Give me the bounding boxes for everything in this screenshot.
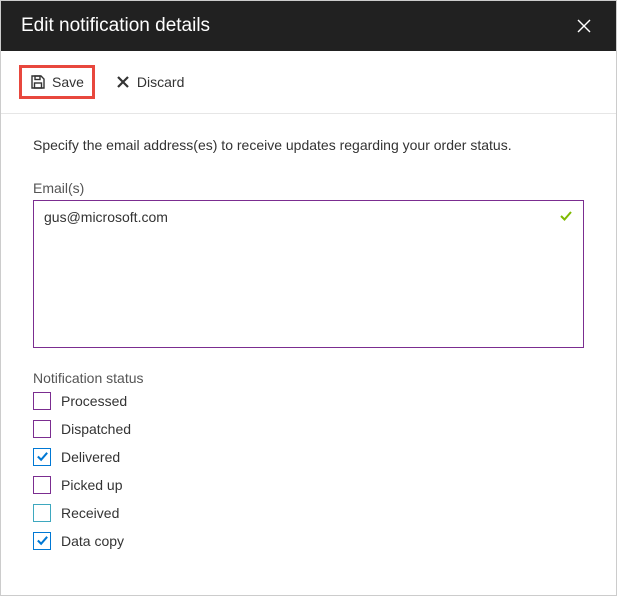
emails-label: Email(s) — [33, 180, 584, 196]
checkbox-received[interactable] — [33, 504, 51, 522]
checkbox-delivered[interactable] — [33, 448, 51, 466]
status-label: Dispatched — [61, 421, 131, 437]
status-label: Data copy — [61, 533, 124, 549]
status-item-processed[interactable]: Processed — [33, 392, 584, 410]
status-label: Received — [61, 505, 119, 521]
save-button[interactable]: Save — [19, 65, 95, 99]
discard-label: Discard — [137, 74, 184, 90]
dialog-title: Edit notification details — [21, 15, 210, 37]
status-label: Processed — [61, 393, 127, 409]
status-item-data-copy[interactable]: Data copy — [33, 532, 584, 550]
check-icon — [36, 450, 49, 463]
status-item-received[interactable]: Received — [33, 504, 584, 522]
discard-button[interactable]: Discard — [107, 68, 192, 96]
checkbox-picked-up[interactable] — [33, 476, 51, 494]
status-item-dispatched[interactable]: Dispatched — [33, 420, 584, 438]
checkbox-data-copy[interactable] — [33, 532, 51, 550]
notification-status-label: Notification status — [33, 370, 584, 386]
content-area: Specify the email address(es) to receive… — [1, 114, 616, 550]
status-item-picked-up[interactable]: Picked up — [33, 476, 584, 494]
status-label: Picked up — [61, 477, 122, 493]
close-icon — [576, 18, 592, 34]
close-button[interactable] — [568, 10, 600, 42]
emails-input[interactable]: gus@microsoft.com — [33, 200, 584, 348]
save-label: Save — [52, 74, 84, 90]
checkbox-processed[interactable] — [33, 392, 51, 410]
checkbox-dispatched[interactable] — [33, 420, 51, 438]
toolbar: Save Discard — [1, 51, 616, 114]
dialog-header: Edit notification details — [1, 1, 616, 51]
status-label: Delivered — [61, 449, 120, 465]
status-item-delivered[interactable]: Delivered — [33, 448, 584, 466]
instruction-text: Specify the email address(es) to receive… — [33, 136, 584, 156]
save-icon — [30, 74, 46, 90]
notification-status-list: Processed Dispatched Delivered Picked up — [33, 392, 584, 550]
email-value: gus@microsoft.com — [44, 209, 168, 225]
discard-icon — [115, 74, 131, 90]
check-icon — [36, 534, 49, 547]
valid-checkmark-icon — [559, 209, 573, 226]
